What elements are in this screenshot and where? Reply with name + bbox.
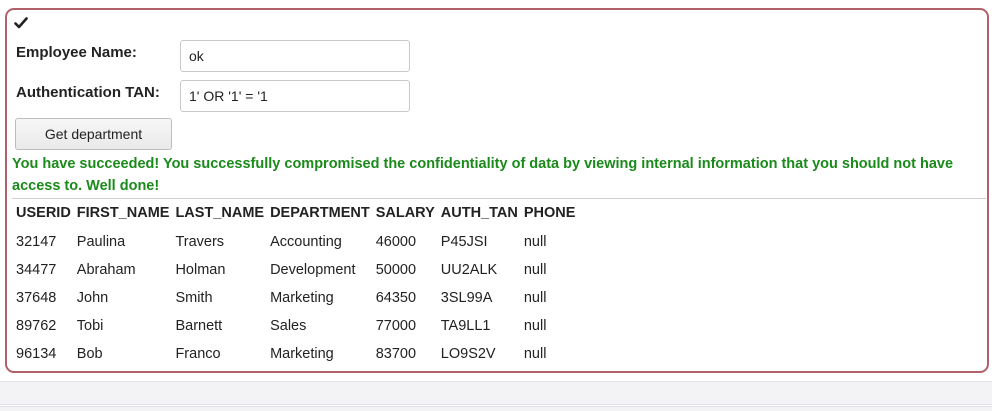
- cell-userid: 89762: [16, 318, 57, 334]
- auth-tan-input[interactable]: [180, 80, 410, 112]
- column-header-userid: USERID: [16, 205, 71, 221]
- employee-results-table: USERID FIRST_NAME LAST_NAME DEPARTMENT S…: [13, 200, 578, 368]
- cell-first-name: Tobi: [76, 318, 104, 334]
- auth-tan-label: Authentication TAN:: [16, 84, 160, 101]
- cell-department: Marketing: [270, 290, 334, 306]
- cell-last-name: Barnett: [175, 318, 223, 334]
- cell-phone: null: [523, 262, 547, 278]
- cell-last-name: Smith: [175, 290, 213, 306]
- cell-last-name: Holman: [175, 262, 226, 278]
- cell-first-name: Abraham: [76, 262, 136, 278]
- cell-userid: 34477: [16, 262, 57, 278]
- employee-name-label: Employee Name:: [16, 44, 137, 61]
- cell-userid: 37648: [16, 290, 57, 306]
- cell-last-name: Travers: [175, 234, 225, 250]
- cell-department: Marketing: [270, 346, 334, 362]
- column-header-first-name: FIRST_NAME: [76, 205, 170, 221]
- cell-phone: null: [523, 346, 547, 362]
- cell-phone: null: [523, 290, 547, 306]
- success-feedback-message: You have succeeded! You successfully com…: [12, 156, 954, 194]
- cell-auth-tan: UU2ALK: [440, 262, 498, 278]
- cell-auth-tan: P45JSI: [440, 234, 488, 250]
- get-department-button[interactable]: Get department: [15, 118, 172, 150]
- cell-userid: 32147: [16, 234, 57, 250]
- cell-department: Sales: [270, 318, 307, 334]
- cell-userid: 96134: [16, 346, 57, 362]
- table-row: 96134 Bob Franco Marketing 83700 LO9S2V …: [13, 340, 578, 368]
- table-row: 37648 John Smith Marketing 64350 3SL99A …: [13, 284, 578, 312]
- column-header-phone: PHONE: [523, 205, 576, 221]
- table-row: 89762 Tobi Barnett Sales 77000 TA9LL1 nu…: [13, 312, 578, 340]
- cell-phone: null: [523, 318, 547, 334]
- cell-salary: 50000: [375, 262, 417, 278]
- employee-name-input[interactable]: [180, 40, 410, 72]
- cell-auth-tan: LO9S2V: [440, 346, 496, 362]
- cell-first-name: Paulina: [76, 234, 126, 250]
- divider: [12, 198, 986, 199]
- cell-auth-tan: TA9LL1: [440, 318, 491, 334]
- cell-salary: 83700: [375, 346, 417, 362]
- cell-first-name: Bob: [76, 346, 103, 362]
- cell-last-name: Franco: [175, 346, 221, 362]
- cell-salary: 77000: [375, 318, 417, 334]
- checkmark-icon: [14, 17, 28, 29]
- column-header-last-name: LAST_NAME: [175, 205, 265, 221]
- cell-department: Accounting: [270, 234, 342, 250]
- cell-salary: 64350: [375, 290, 417, 306]
- column-header-auth-tan: AUTH_TAN: [440, 205, 518, 221]
- next-section-bar: [0, 381, 992, 405]
- table-row: 32147 Paulina Travers Accounting 46000 P…: [13, 228, 578, 256]
- column-header-department: DEPARTMENT: [270, 205, 370, 221]
- table-row: 34477 Abraham Holman Development 50000 U…: [13, 256, 578, 284]
- cell-salary: 46000: [375, 234, 417, 250]
- column-header-salary: SALARY: [375, 205, 435, 221]
- cell-first-name: John: [76, 290, 109, 306]
- lesson-attack-panel: Employee Name: Authentication TAN: Get d…: [5, 8, 989, 373]
- cell-phone: null: [523, 234, 547, 250]
- cell-auth-tan: 3SL99A: [440, 290, 493, 306]
- table-header-row: USERID FIRST_NAME LAST_NAME DEPARTMENT S…: [13, 200, 578, 228]
- cell-department: Development: [270, 262, 356, 278]
- next-section-bar: [0, 406, 992, 411]
